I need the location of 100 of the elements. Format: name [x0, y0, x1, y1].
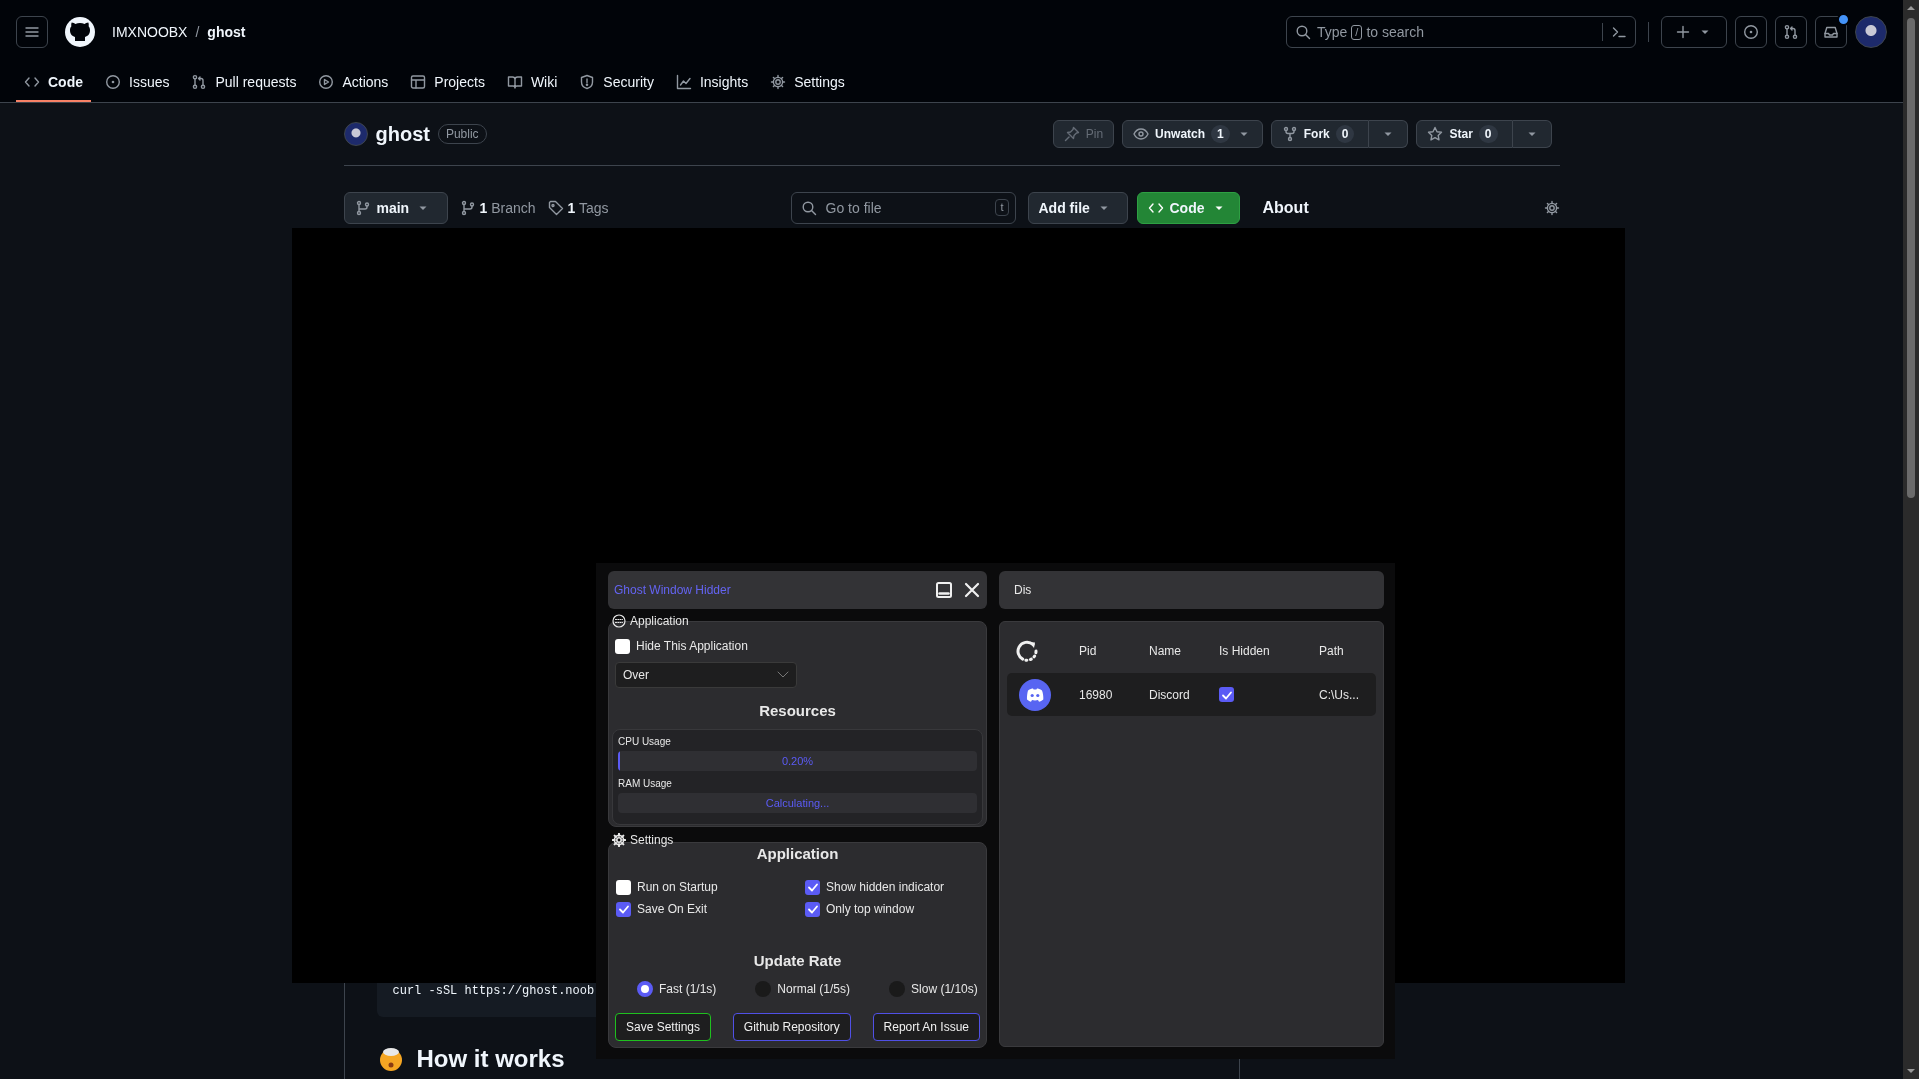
table-cell-text: C:\Us... — [1319, 687, 1360, 702]
plus-icon — [1675, 24, 1691, 40]
count-badge: 1 — [1211, 125, 1230, 143]
issue-icon — [1743, 24, 1759, 40]
search-field[interactable]: Type / to search — [1286, 16, 1636, 48]
checkbox[interactable] — [1219, 687, 1234, 702]
meter-reading: Calculating... — [765, 797, 830, 809]
owner-link[interactable]: IMXNOOBX — [112, 24, 188, 40]
search-icon — [800, 200, 817, 216]
checkbox[interactable] — [805, 901, 820, 917]
branch-button[interactable]: main — [343, 192, 448, 224]
radio-label: Normal (1/5s) — [777, 982, 851, 996]
nav-tab[interactable]: Settings — [762, 64, 853, 102]
radio-button[interactable] — [637, 981, 653, 997]
nav-tab[interactable]: Actions — [310, 64, 397, 102]
checkbox[interactable] — [616, 901, 631, 917]
pull-requests-button[interactable] — [1775, 16, 1807, 48]
add-file-button[interactable]: Add file — [1027, 192, 1128, 224]
column-header: Name — [1149, 644, 1182, 658]
column-header: Path — [1319, 644, 1345, 658]
column-header: Pid — [1079, 644, 1098, 658]
fork-icon — [1281, 126, 1298, 142]
nav-tab[interactable]: Code — [16, 64, 91, 102]
table-icon — [410, 74, 427, 90]
book-icon — [506, 74, 523, 90]
checkbox[interactable] — [615, 638, 630, 654]
link-button[interactable]: Github Repository — [732, 1013, 851, 1041]
mode-dropdown[interactable]: Over — [615, 662, 797, 688]
fork-button[interactable]: Fork 0 — [1270, 120, 1370, 148]
nav-tab[interactable]: Projects — [402, 64, 493, 102]
menu-icon — [24, 24, 40, 40]
checkbox-label: Run on Startup — [637, 880, 718, 894]
count-badge: 0 — [1335, 125, 1355, 143]
settings-icon[interactable] — [1543, 200, 1560, 216]
section-label: Application — [630, 614, 689, 628]
pull-request-icon — [1783, 24, 1799, 40]
section-heading: Resources — [758, 702, 837, 720]
eye-icon — [1133, 126, 1150, 142]
checkbox[interactable] — [805, 879, 820, 895]
code-button[interactable]: Code — [1136, 192, 1240, 224]
save-button[interactable]: Save Settings — [615, 1013, 712, 1041]
watch-button[interactable]: Unwatch 1 — [1122, 120, 1263, 148]
menu-button[interactable] — [16, 16, 48, 48]
checkbox-label: Save On Exit — [637, 902, 708, 916]
table-cell-text: Discord — [1149, 687, 1191, 702]
nav-tab[interactable]: Wiki — [498, 64, 566, 102]
nav-tab[interactable]: Pull requests — [183, 64, 305, 102]
issues-button[interactable] — [1735, 16, 1767, 48]
dots-circle-icon — [612, 614, 626, 628]
window-title: Ghost Window Hidder — [614, 583, 732, 597]
path-separator: / — [195, 24, 200, 40]
repo-link[interactable]: ghost — [207, 24, 246, 40]
about-heading: About — [1262, 199, 1309, 217]
play-icon — [318, 74, 335, 90]
repo-avatar — [343, 122, 368, 146]
checkbox-label: Only top window — [826, 902, 915, 916]
star-button[interactable]: Star 0 — [1416, 120, 1513, 148]
create-button[interactable] — [1661, 16, 1727, 48]
settings-icon — [770, 74, 787, 90]
tag-icon — [547, 200, 564, 216]
nav-tab[interactable]: Issues — [97, 64, 178, 102]
star-icon — [1427, 126, 1444, 142]
avatar[interactable] — [1855, 16, 1887, 48]
logo-icon — [64, 16, 96, 48]
nav-tab[interactable]: Insights — [667, 64, 757, 102]
shield-icon — [579, 74, 596, 90]
table-cell-text: 16980 — [1079, 687, 1114, 702]
scrollbar-thumb[interactable] — [1907, 18, 1915, 498]
branches-link[interactable]: 1 Branch — [459, 200, 536, 216]
graph-icon — [675, 74, 692, 90]
checkbox[interactable] — [616, 879, 631, 895]
inbox-icon — [1823, 24, 1839, 40]
repo-name: ghost — [375, 122, 430, 146]
gear-icon — [612, 833, 626, 847]
section-label: Settings — [630, 833, 674, 847]
tags-link[interactable]: 1 Tags — [547, 200, 609, 216]
shortcut-key: t — [995, 199, 1009, 216]
table-row[interactable]: 16980 Discord C:\Us... — [1007, 673, 1376, 716]
close-icon — [963, 581, 981, 599]
meter-reading: 0.20% — [781, 755, 814, 767]
section-heading: How it works — [416, 1044, 565, 1074]
close-button[interactable] — [963, 581, 981, 599]
refresh-icon — [1016, 639, 1040, 663]
radio-label: Fast (1/1s) — [659, 982, 717, 996]
scroll-down-icon — [1906, 1067, 1916, 1075]
pin-icon — [1063, 126, 1080, 142]
nav-tab[interactable]: Security — [571, 64, 662, 102]
inbox-button[interactable] — [1815, 16, 1847, 48]
count-badge: 0 — [1478, 125, 1498, 143]
radio-label: Slow (1/10s) — [911, 982, 978, 996]
search-field[interactable]: Dis — [999, 571, 1384, 609]
window-button[interactable] — [935, 581, 953, 599]
meter-label: RAM Usage — [618, 778, 673, 790]
branch-icon — [459, 200, 476, 216]
terminal-icon — [1611, 24, 1627, 40]
app-icon — [1019, 678, 1051, 711]
link-button[interactable]: Report An Issue — [872, 1013, 980, 1041]
checkbox-label: Show hidden indicator — [826, 880, 945, 894]
checkbox-label: Hide This Application — [636, 639, 748, 653]
refresh-button[interactable] — [1016, 639, 1040, 663]
